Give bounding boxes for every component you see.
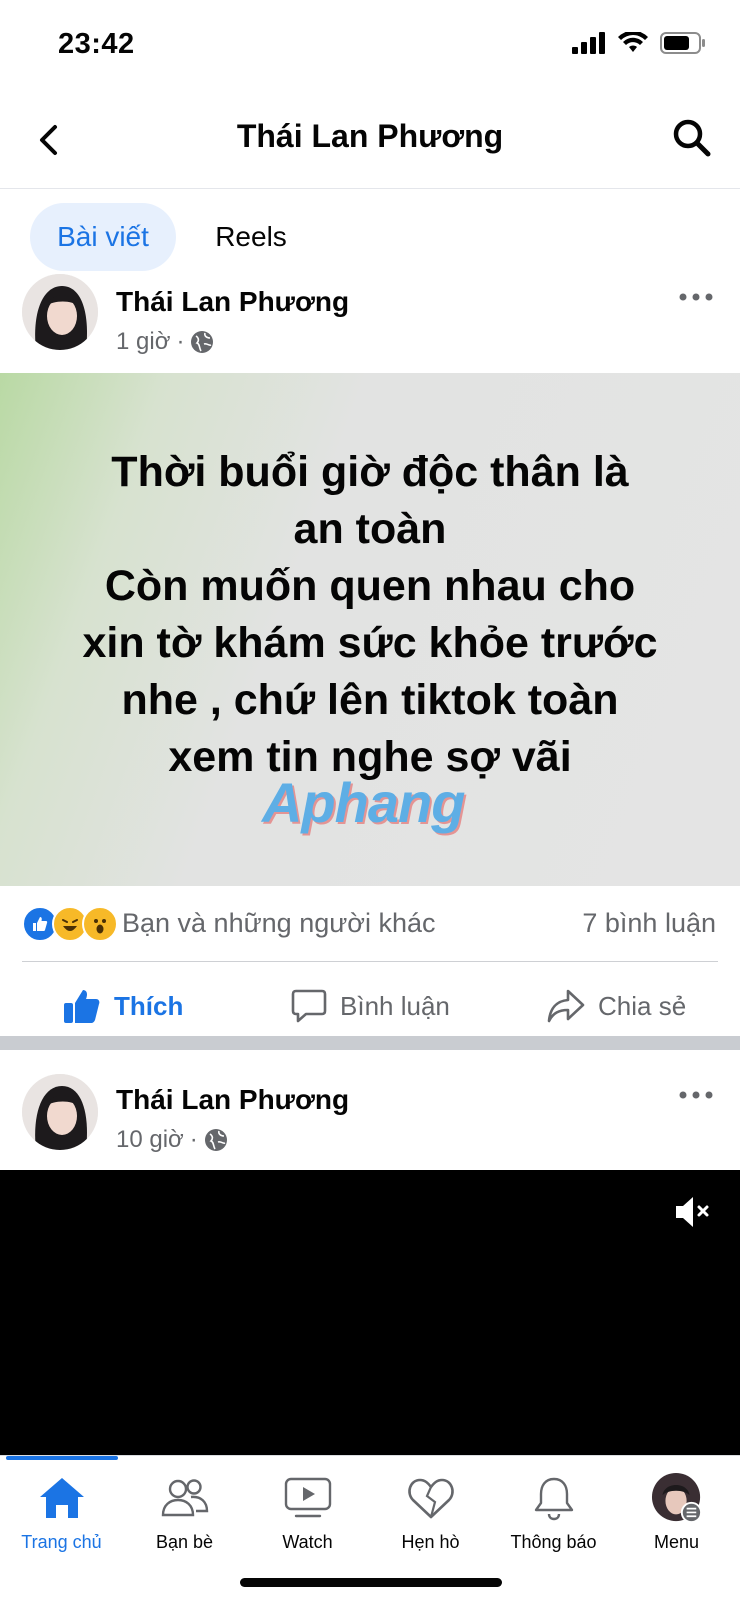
nav-menu-label: Menu <box>653 1532 700 1552</box>
friends-icon <box>159 1472 211 1524</box>
status-time: 23:42 <box>58 28 135 60</box>
nav-dating-label: Hẹn hò <box>401 1532 460 1552</box>
comment-count[interactable]: 7 bình luận <box>582 908 716 939</box>
post-more-button[interactable] <box>674 1080 718 1110</box>
profile-avatar-icon <box>651 1472 703 1524</box>
divider <box>22 961 718 962</box>
status-icons <box>572 32 706 54</box>
nav-watch[interactable]: Watch <box>246 1472 369 1553</box>
post-more-button[interactable] <box>674 282 718 312</box>
mute-icon <box>676 1197 709 1227</box>
nav-notifications-label: Thông báo <box>510 1532 597 1552</box>
avatar-image <box>22 274 98 350</box>
meta-dot: · <box>176 328 185 355</box>
like-button[interactable]: Thích <box>62 978 183 1034</box>
nav-home-label: Trang chủ <box>21 1532 102 1552</box>
post-content: Thời buổi giờ độc thân là an toàn Còn mu… <box>82 447 658 781</box>
wow-icon <box>82 906 118 942</box>
nav-notifications[interactable]: Thông báo <box>492 1472 615 1553</box>
more-icon <box>679 293 713 301</box>
top-header: Thái Lan Phương <box>0 92 740 189</box>
post-meta: 10 giờ · <box>116 1126 228 1154</box>
comment-button[interactable]: Bình luận <box>290 978 450 1034</box>
page-title: Thái Lan Phương <box>236 118 504 154</box>
active-tab-indicator <box>6 1456 118 1460</box>
like-label: Thích <box>114 990 184 1021</box>
post-time: 1 giờ <box>116 328 171 355</box>
post-time: 10 giờ <box>116 1126 184 1153</box>
bell-icon <box>528 1472 580 1524</box>
author-avatar[interactable] <box>22 274 98 350</box>
tab-reels[interactable]: Reels <box>196 203 306 271</box>
search-button[interactable] <box>668 114 716 162</box>
meta-dot: · <box>189 1126 198 1153</box>
nav-friends-label: Bạn bè <box>155 1532 214 1552</box>
more-icon <box>679 1091 713 1099</box>
mute-button[interactable] <box>670 1190 714 1234</box>
author-avatar[interactable] <box>22 1074 98 1150</box>
dating-icon <box>405 1472 457 1524</box>
post-meta: 1 giờ · <box>116 328 214 356</box>
nav-menu[interactable]: Menu <box>615 1472 738 1553</box>
post-author[interactable]: Thái Lan Phương <box>116 1084 349 1116</box>
battery-icon <box>660 32 705 54</box>
reaction-summary[interactable]: Bạn và những người khác <box>122 908 436 939</box>
nav-home[interactable]: Trang chủ <box>0 1472 123 1553</box>
comment-label: Bình luận <box>340 990 450 1021</box>
share-label: Chia sẻ <box>598 990 687 1021</box>
share-icon <box>547 989 585 1023</box>
nav-friends[interactable]: Bạn bè <box>123 1472 246 1553</box>
post-author[interactable]: Thái Lan Phương <box>116 286 349 318</box>
signal-icon <box>572 32 605 54</box>
watch-icon <box>282 1472 334 1524</box>
home-indicator <box>240 1578 502 1587</box>
nav-watch-label: Watch <box>282 1532 333 1552</box>
thumbs-up-icon <box>64 990 100 1023</box>
home-icon <box>36 1472 88 1524</box>
nav-dating[interactable]: Hẹn hò <box>369 1472 492 1553</box>
watermark: Aphang <box>262 771 465 834</box>
video-player[interactable] <box>0 1170 740 1455</box>
tab-posts[interactable]: Bài viết <box>30 203 176 271</box>
post-separator <box>0 1036 740 1050</box>
share-button[interactable]: Chia sẻ <box>546 978 686 1034</box>
wifi-icon <box>618 32 648 52</box>
globe-icon <box>191 331 214 353</box>
search-icon <box>673 119 711 157</box>
avatar-image <box>22 1074 98 1150</box>
reaction-icons[interactable] <box>22 906 118 942</box>
comment-icon <box>291 989 327 1023</box>
globe-icon <box>204 1129 227 1151</box>
